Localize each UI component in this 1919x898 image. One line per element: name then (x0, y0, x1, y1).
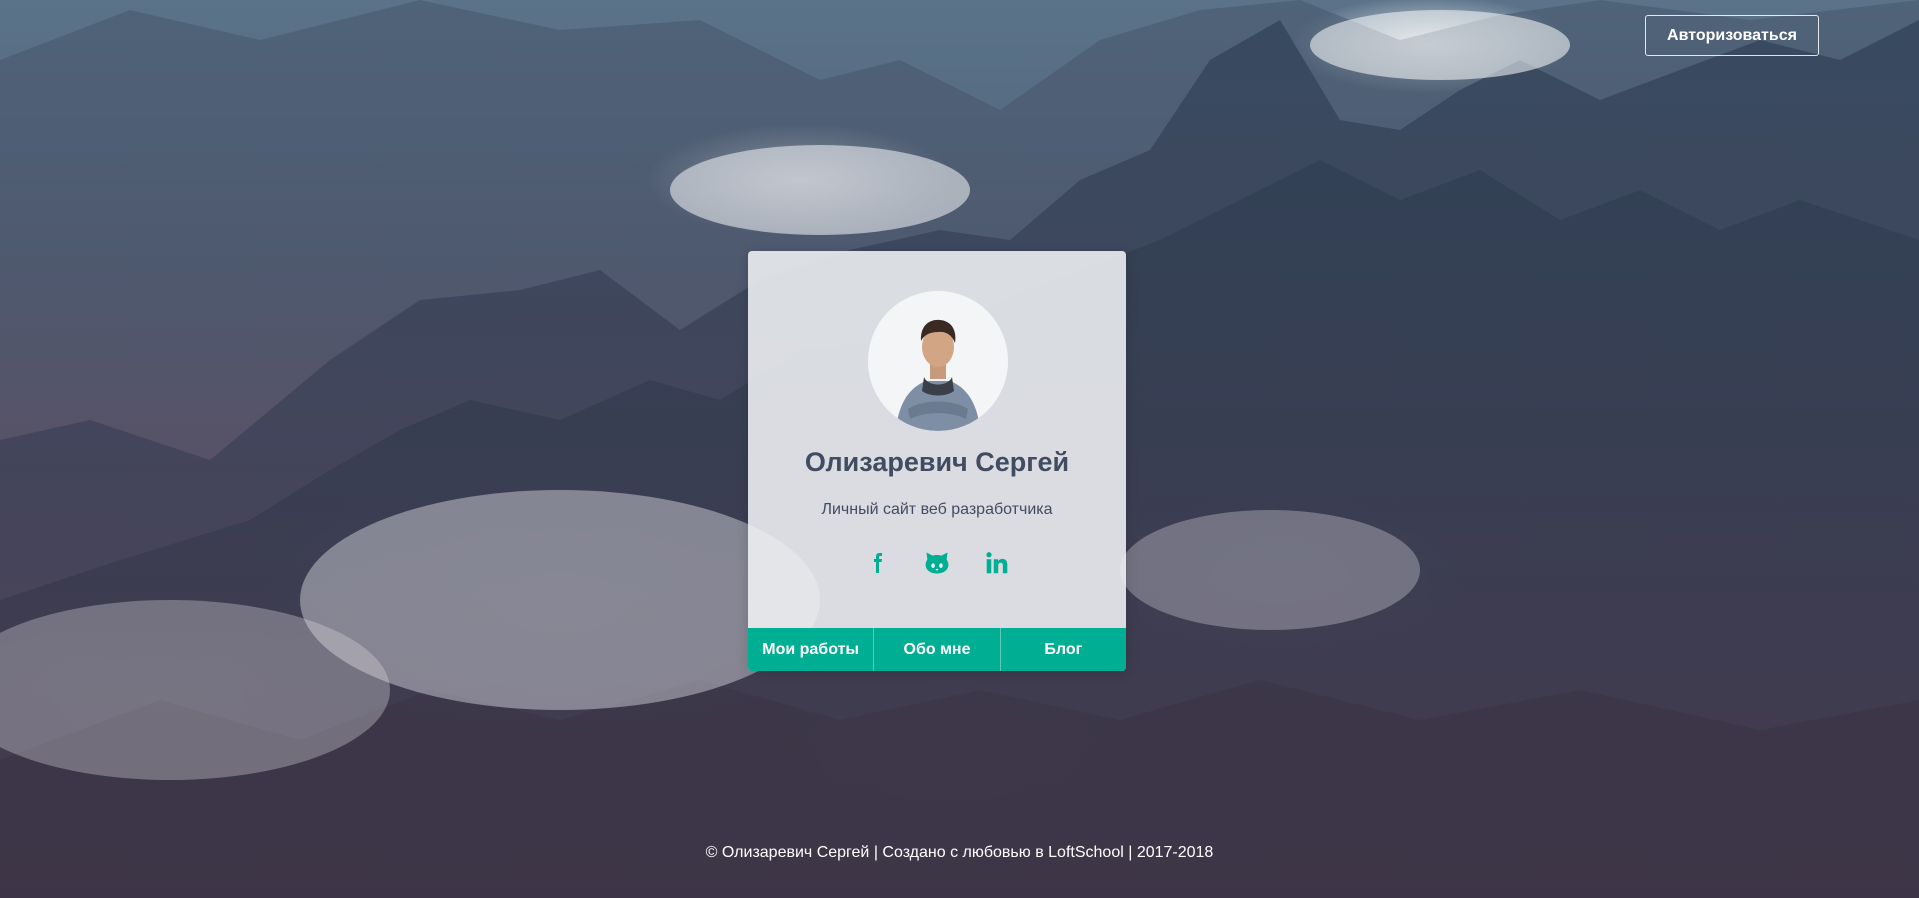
avatar-portrait (868, 291, 1008, 431)
profile-subtitle: Личный сайт веб разработчика (821, 501, 1053, 518)
nav-item-blog[interactable]: Блог (999, 628, 1126, 671)
profile-name: Олизаревич Сергей (804, 447, 1070, 477)
linkedin-link[interactable] (981, 547, 1013, 579)
github-icon (925, 552, 949, 574)
social-links (748, 547, 1126, 579)
card-nav: Мои работы Обо мне Блог (748, 628, 1126, 671)
footer-copyright: © Олизаревич Сергей | Создано с любовью … (705, 844, 1214, 861)
profile-card: Олизаревич Сергей Личный сайт веб разраб… (748, 251, 1126, 671)
nav-item-about[interactable]: Обо мне (873, 628, 999, 671)
avatar (868, 291, 1008, 431)
page-root: Авторизоваться Олизаревич Сергей Личный … (0, 0, 1919, 898)
nav-item-works[interactable]: Мои работы (748, 628, 873, 671)
linkedin-icon (986, 552, 1008, 574)
authorize-button[interactable]: Авторизоваться (1645, 15, 1819, 56)
facebook-link[interactable] (861, 547, 893, 579)
facebook-icon (874, 553, 882, 573)
github-link[interactable] (921, 547, 953, 579)
